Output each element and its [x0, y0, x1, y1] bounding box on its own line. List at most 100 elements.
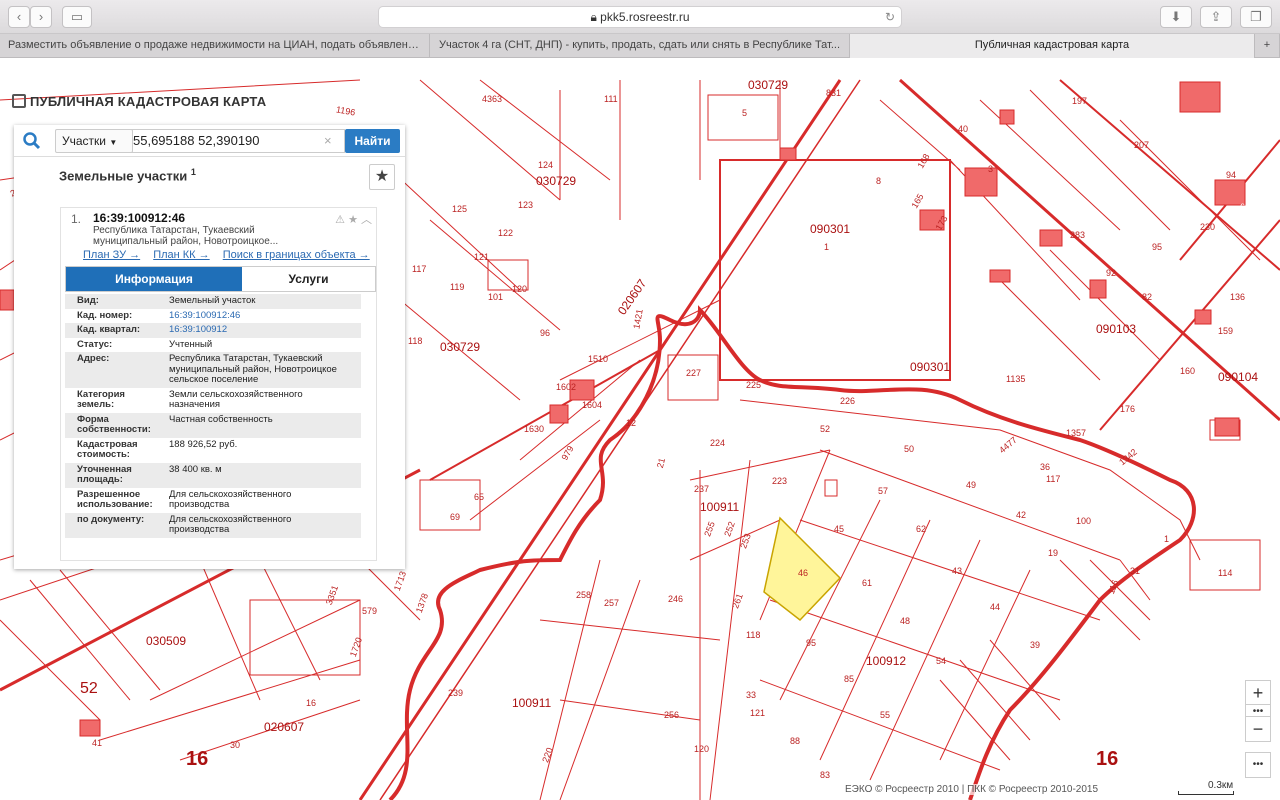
- address-bar[interactable]: 🔒︎ pkk5.rosreestr.ru ↻: [378, 6, 902, 28]
- warning-icon[interactable]: ⚠: [335, 214, 345, 226]
- layers-icon[interactable]: [12, 94, 26, 108]
- parcel-label: 117: [1046, 474, 1061, 484]
- parcel-label: 257: [604, 598, 620, 608]
- field-value: Для сельскохозяйственного производства: [169, 488, 292, 510]
- reload-icon[interactable]: ↻: [885, 7, 895, 27]
- info-row-type: Вид: Земельный участок: [65, 294, 361, 309]
- result-cadnum[interactable]: 16:39:100912:46: [93, 211, 185, 225]
- app-title: ПУБЛИЧНАЯ КАДАСТРОВАЯ КАРТА: [12, 94, 266, 109]
- tab-uchastok[interactable]: Участок 4 га (СНТ, ДНП) - купить, продат…: [430, 34, 850, 58]
- tab-pkk[interactable]: Публичная кадастровая карта: [850, 34, 1255, 58]
- find-button[interactable]: Найти: [345, 129, 400, 153]
- quarter-label: 100911: [700, 500, 740, 514]
- field-label: Адрес:: [77, 353, 110, 364]
- sidebar-icon[interactable]: ▭: [62, 6, 92, 28]
- parcel-label: 40: [958, 124, 969, 134]
- field-label: Кад. квартал:: [77, 324, 141, 335]
- parcel-label: 30: [230, 740, 241, 750]
- field-label: Разрешенное использование:: [77, 488, 153, 510]
- field-label: по документу:: [77, 513, 145, 525]
- parcel-label: 124: [538, 160, 554, 170]
- info-row-ownership: Форма собственности: Частная собственност…: [65, 412, 361, 438]
- share-icon[interactable]: ⇪: [1200, 6, 1232, 28]
- card-tabs: Информация Услуги: [65, 266, 376, 292]
- search-type-label: Участки: [62, 134, 106, 148]
- info-table: Вид: Земельный участок Кад. номер: 16:39:1…: [65, 294, 361, 538]
- zoom-in-button[interactable]: +: [1245, 680, 1271, 706]
- url-text: pkk5.rosreestr.ru: [600, 10, 690, 24]
- forward-button[interactable]: ›: [30, 6, 52, 28]
- browser-toolbar: ‹ › ▭ 🔒︎ pkk5.rosreestr.ru ↻ ⬇ ⇪ ❐: [0, 0, 1280, 34]
- field-label: Уточненная площадь:: [77, 463, 132, 485]
- search-icon[interactable]: [22, 131, 42, 151]
- quarter-label: 030729: [748, 78, 789, 92]
- quarter-label: 090301: [910, 360, 951, 374]
- parcel-label: 50: [904, 444, 915, 454]
- parcel-label: 111: [604, 94, 618, 104]
- parcel-label: 831: [826, 88, 842, 98]
- clear-icon[interactable]: ×: [324, 133, 332, 148]
- quarter-label: 090104: [1218, 370, 1259, 384]
- parcel-label: 95: [1152, 242, 1163, 252]
- parcel-label: 31: [1130, 566, 1141, 576]
- parcel-label: 579: [362, 606, 378, 616]
- favorite-star-button[interactable]: ★: [369, 164, 395, 190]
- field-value-link[interactable]: 16:39:100912:46: [161, 310, 353, 322]
- field-value: Частная собственность: [169, 413, 273, 425]
- parcel-label: 1135: [1006, 374, 1026, 384]
- star-icon[interactable]: ★: [348, 214, 358, 226]
- info-row-cost: Кадастровая стоимость: 188 926,52 руб.: [65, 438, 361, 463]
- search-query: 55,695188 52,390190: [133, 133, 260, 148]
- tab-information[interactable]: Информация: [66, 267, 242, 291]
- field-value: Республика Татарстан, Тукаевский муницип…: [169, 353, 337, 385]
- info-row-quarter: Кад. квартал: 16:39:100912: [65, 323, 361, 338]
- field-value: Учтенный: [169, 338, 213, 350]
- search-input[interactable]: 55,695188 52,390190: [125, 129, 345, 153]
- parcel-label: 54: [936, 656, 947, 666]
- field-label: Вид:: [77, 295, 99, 306]
- parcel-label: 43: [952, 566, 963, 576]
- downloads-icon[interactable]: ⬇: [1160, 6, 1192, 28]
- parcel-label: 12: [626, 418, 637, 428]
- quarter-label: 100912: [866, 654, 907, 668]
- plan-zu-link[interactable]: План ЗУ →: [83, 249, 140, 261]
- parcel-label: 49: [966, 480, 977, 490]
- parcel-label: 42: [1016, 510, 1027, 520]
- parcel-label: 82: [1142, 292, 1153, 302]
- more-tools-button[interactable]: •••: [1245, 752, 1271, 778]
- zoom-out-button[interactable]: −: [1245, 716, 1271, 742]
- tab-services[interactable]: Услуги: [242, 267, 375, 291]
- search-type-dropdown[interactable]: Участки ▼: [55, 129, 133, 153]
- quarter-label: 090103: [1096, 322, 1137, 336]
- search-in-bounds-link[interactable]: Поиск в границах объекта →: [223, 249, 370, 261]
- parcel-label: 85: [844, 674, 855, 684]
- parcel-label: 118: [408, 336, 423, 346]
- field-label: Кадастровая стоимость:: [77, 438, 138, 460]
- collapse-icon[interactable]: ︿: [361, 214, 372, 226]
- parcel-label: 19: [1048, 548, 1059, 558]
- parcel-label: 69: [450, 512, 461, 522]
- scale-label: 0.3км: [1208, 780, 1234, 791]
- field-value-link[interactable]: 16:39:100912: [161, 324, 353, 336]
- parcel-label: 256: [664, 710, 680, 720]
- tabs-overview-icon[interactable]: ❐: [1240, 6, 1272, 28]
- results-header: Земельные участки 1: [59, 167, 196, 183]
- parcel-label: 8: [876, 176, 882, 186]
- parcel-label: 159: [1218, 326, 1234, 336]
- quarter-label: 090301: [810, 222, 851, 236]
- chevron-down-icon: ▼: [109, 138, 118, 147]
- back-button[interactable]: ‹: [8, 6, 30, 28]
- parcel-label: 94: [1226, 170, 1237, 180]
- new-tab-button[interactable]: +: [1255, 34, 1280, 58]
- result-address: Республика Татарстан, Тукаевский муницип…: [93, 225, 279, 247]
- search-row: Участки ▼ 55,695188 52,390190 × Найти: [14, 125, 405, 157]
- parcel-label: 136: [1230, 292, 1246, 302]
- parcel-label: 1357: [1066, 428, 1087, 438]
- parcel-label: 1510: [588, 354, 609, 364]
- parcel-label: 223: [772, 476, 788, 486]
- plan-kk-link[interactable]: План КК →: [153, 249, 209, 261]
- tab-cian[interactable]: Разместить объявление о продаже недвижим…: [0, 34, 430, 58]
- parcel-label: 1604: [582, 400, 603, 410]
- parcel-label: 283: [1070, 230, 1086, 240]
- parcel-label: 1: [824, 242, 830, 252]
